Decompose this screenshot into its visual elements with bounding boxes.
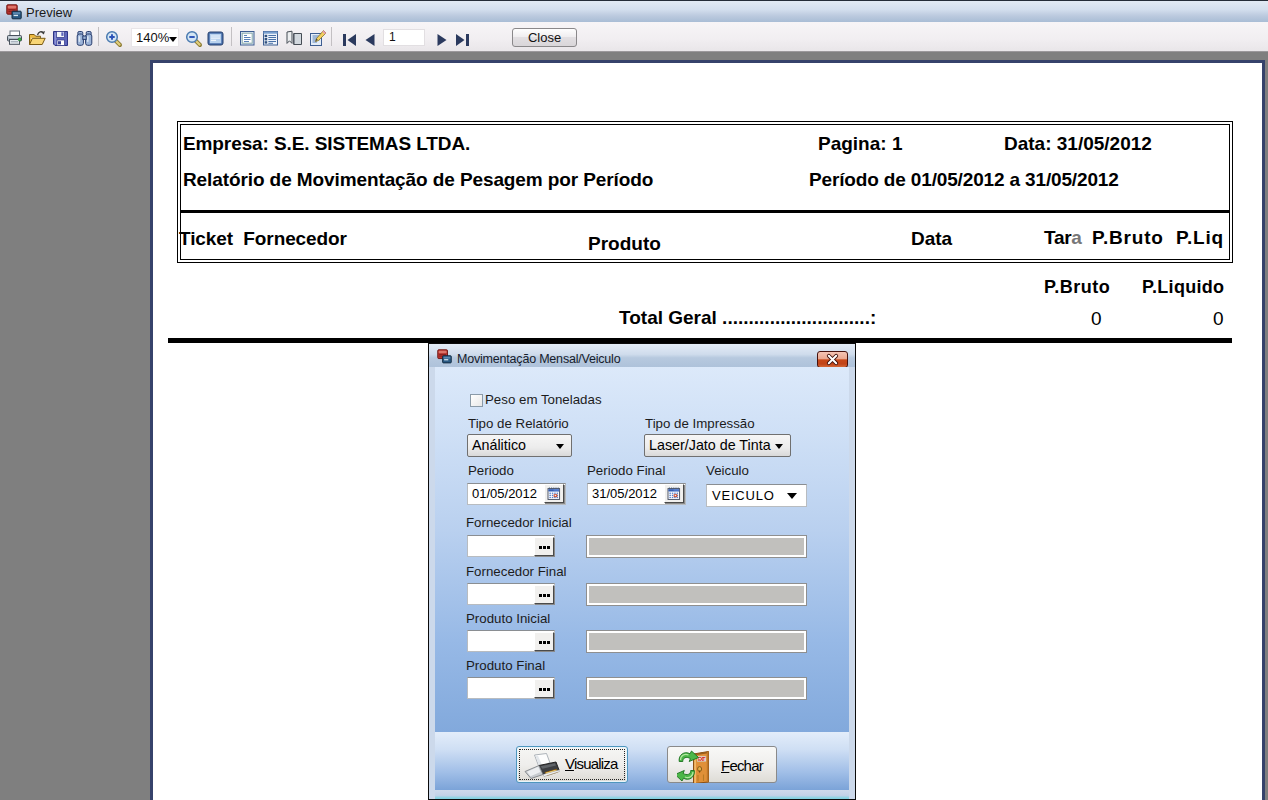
svg-text:EXIT: EXIT — [698, 757, 706, 762]
